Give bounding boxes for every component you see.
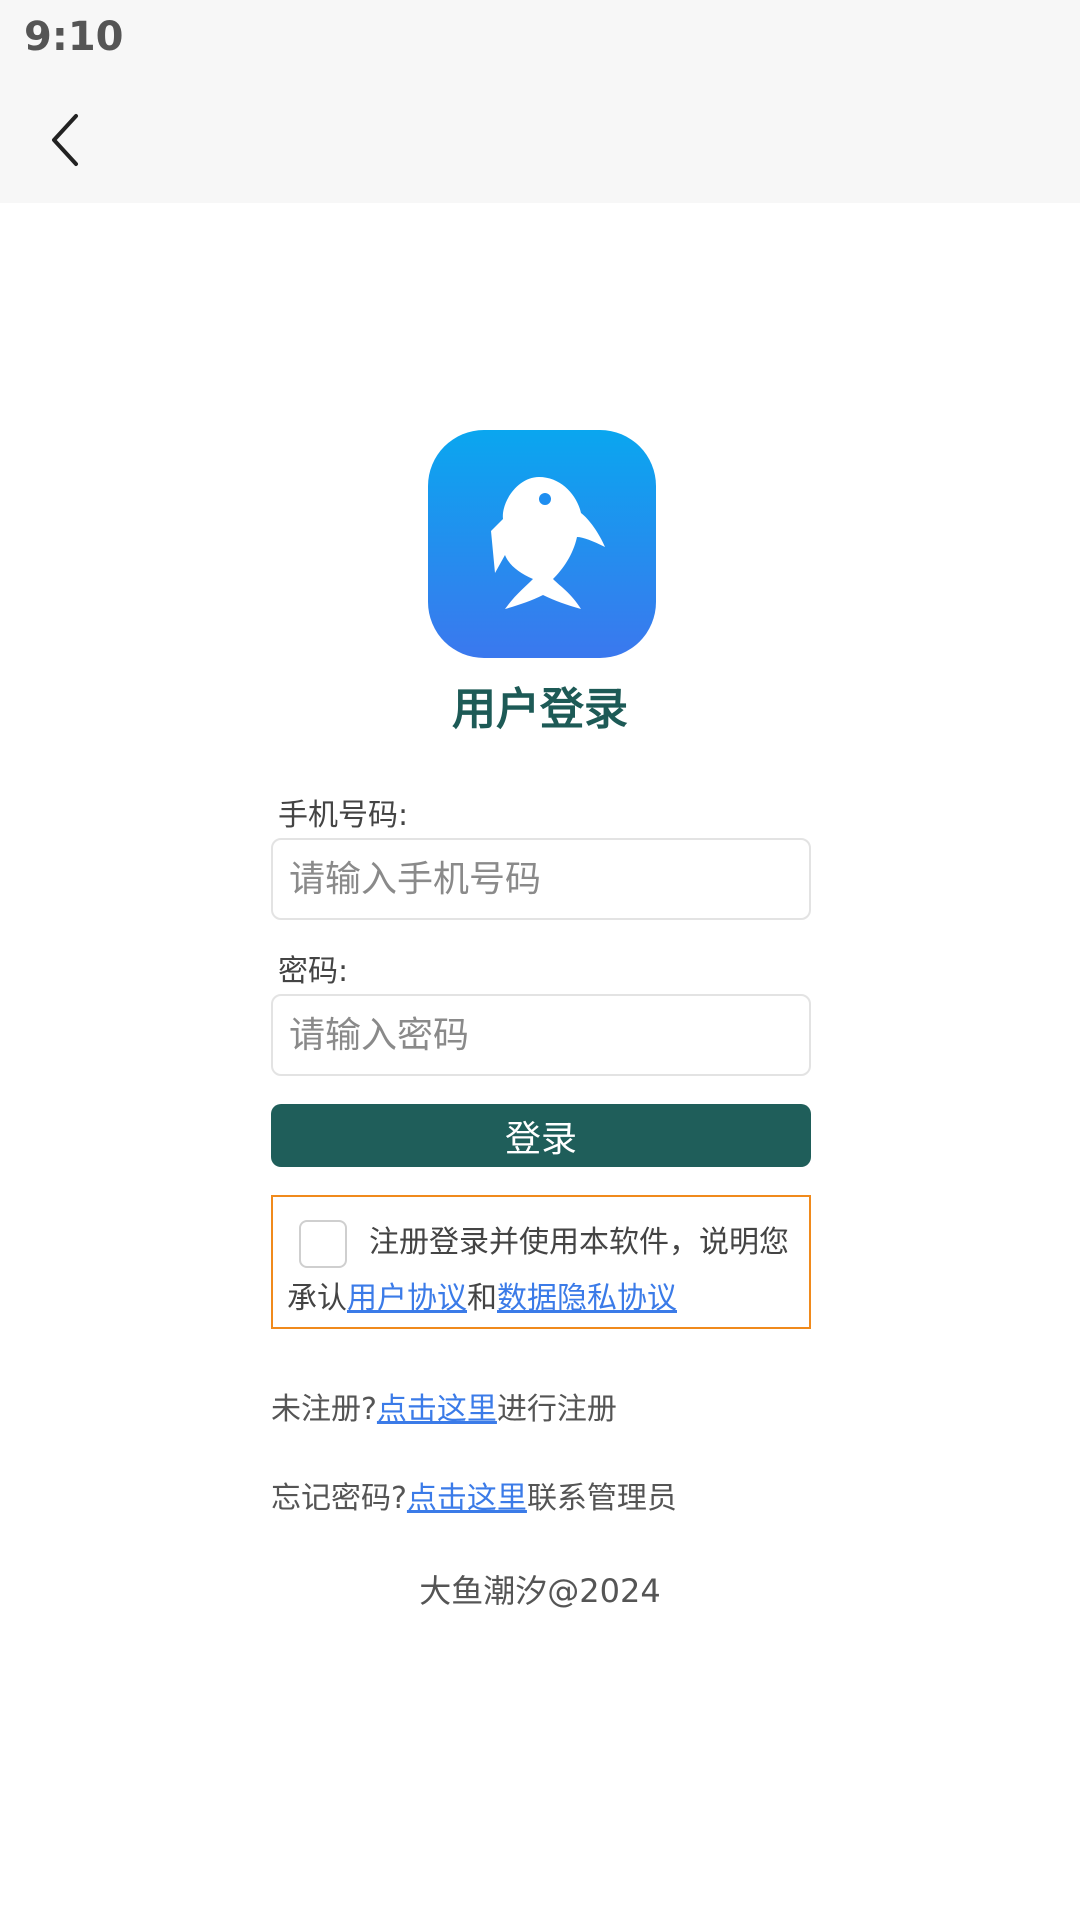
register-suffix: 进行注册: [496, 1392, 617, 1427]
status-bar: 9:10: [0, 0, 1080, 203]
forgot-prefix: 忘记密码?: [271, 1481, 407, 1516]
agreement-box: 注册登录并使用本软件，说明您承认用户协议和数据隐私协议: [271, 1195, 811, 1329]
agreement-checkbox[interactable]: [299, 1219, 347, 1268]
phone-label: 手机号码:: [278, 798, 409, 833]
phone-input[interactable]: [271, 838, 811, 920]
login-button[interactable]: 登录: [271, 1104, 811, 1167]
register-line: 未注册?点击这里进行注册: [271, 1384, 617, 1428]
footer-copyright: 大鱼潮汐@2024: [419, 1572, 661, 1610]
status-time: 9:10: [24, 14, 124, 60]
privacy-agreement-link[interactable]: 数据隐私协议: [497, 1281, 677, 1316]
app-logo: [428, 430, 656, 658]
password-label: 密码:: [278, 954, 349, 989]
forgot-password-link[interactable]: 点击这里: [407, 1481, 527, 1516]
register-prefix: 未注册?: [271, 1392, 377, 1427]
agreement-connector: 和: [467, 1281, 497, 1316]
password-input[interactable]: [271, 994, 811, 1076]
forgot-suffix: 联系管理员: [526, 1481, 677, 1516]
fish-icon: [491, 477, 605, 609]
chevron-left-icon: [52, 114, 78, 166]
forgot-password-line: 忘记密码?点击这里联系管理员: [271, 1473, 677, 1517]
page-title: 用户登录: [452, 684, 628, 735]
back-button[interactable]: [36, 100, 96, 180]
register-link[interactable]: 点击这里: [377, 1392, 497, 1427]
user-agreement-link[interactable]: 用户协议: [347, 1281, 467, 1316]
